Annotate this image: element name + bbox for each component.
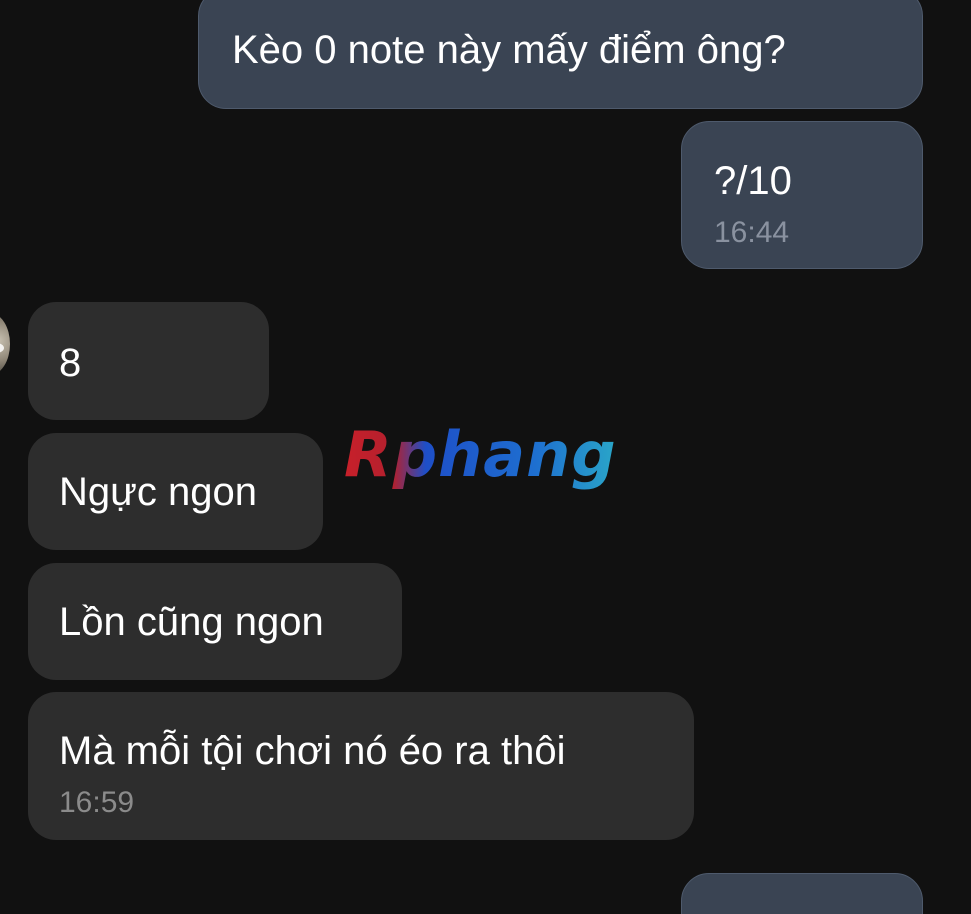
chat-thread: Kèo 0 note này mấy điểm ông? ?/10 16:44 … [0, 0, 971, 914]
message-timestamp: 16:59 [59, 786, 135, 819]
rphang-watermark-logo: Rphang [344, 418, 617, 491]
message-text: 8 [59, 341, 82, 385]
message-text: Ngực ngon [59, 470, 258, 514]
incoming-message[interactable]: Lồn cũng ngon [28, 563, 402, 680]
message-text: Lồn cũng ngon [59, 600, 324, 644]
outgoing-message[interactable]: ?/10 16:44 [681, 121, 923, 269]
message-text: Mà mỗi tội chơi nó éo ra thôi [59, 729, 566, 773]
message-text: Kèo 0 note này mấy điểm ông? [232, 28, 786, 72]
incoming-message[interactable]: Mà mỗi tội chơi nó éo ra thôi 16:59 [28, 692, 694, 840]
message-text: ?/10 [714, 159, 792, 203]
contact-avatar[interactable] [0, 313, 10, 375]
outgoing-message-partial[interactable] [681, 873, 923, 914]
message-timestamp: 16:44 [714, 216, 790, 249]
incoming-message[interactable]: 8 [28, 302, 269, 420]
incoming-message[interactable]: Ngực ngon [28, 433, 323, 550]
outgoing-message[interactable]: Kèo 0 note này mấy điểm ông? [198, 0, 923, 109]
watermark-text: Rphang [344, 418, 617, 491]
